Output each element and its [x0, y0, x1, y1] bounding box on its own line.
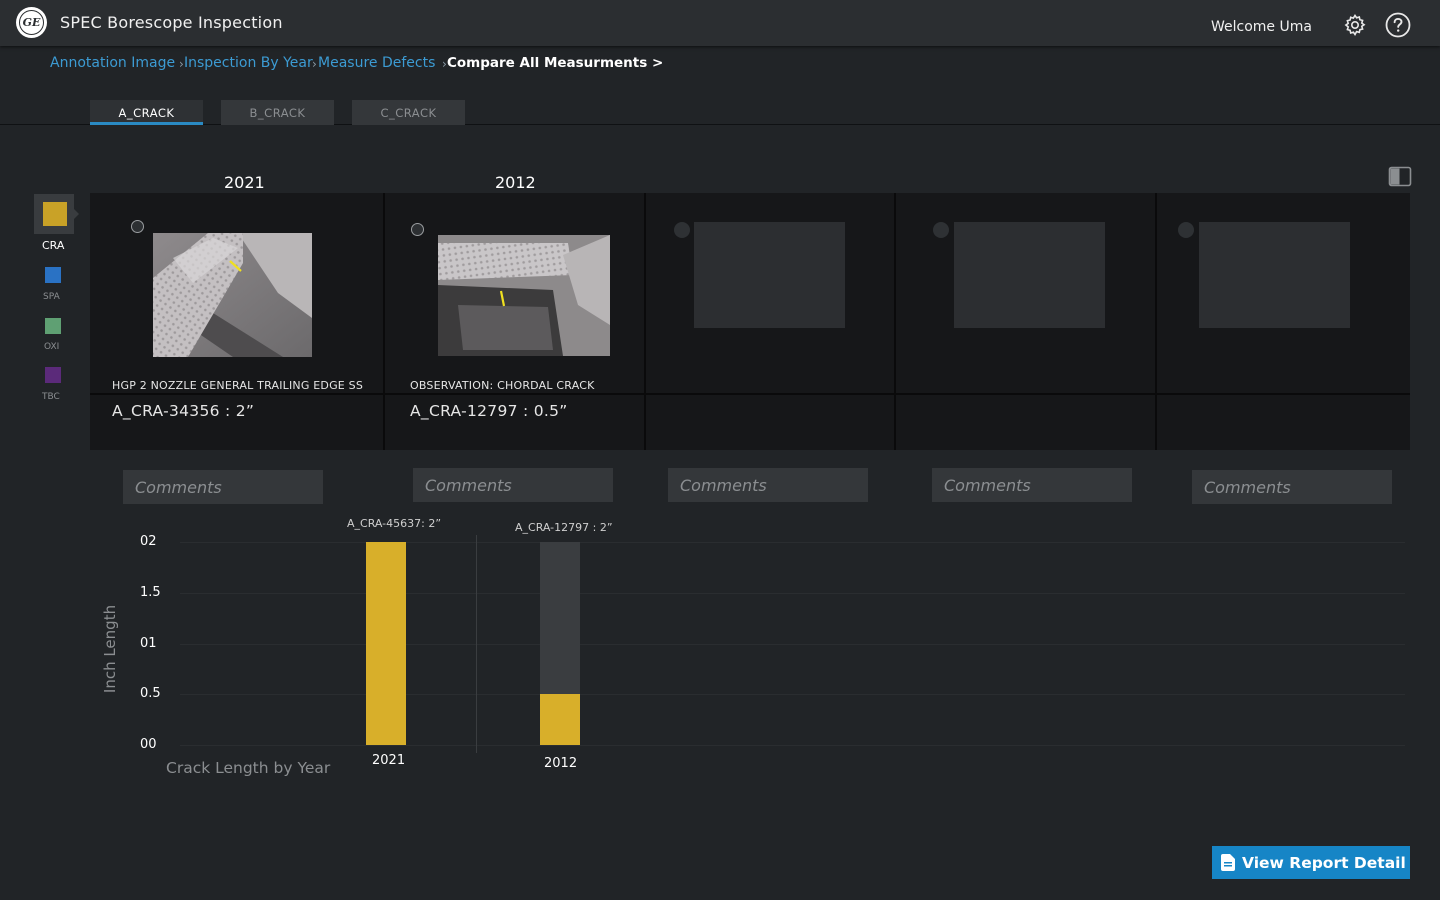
breadcrumb-separator: › — [312, 57, 317, 71]
select-radio[interactable] — [674, 222, 690, 238]
logo-mark: GE — [19, 10, 44, 35]
chart-bar — [366, 542, 406, 745]
legend-label-spa: SPA — [43, 292, 60, 302]
chart-y-tick: 02 — [140, 534, 157, 549]
tab-a-crack[interactable]: A_CRACK — [90, 100, 203, 125]
panel-measurement: A_CRA-12797 : 0.5” — [410, 402, 568, 420]
panel-divider — [644, 193, 646, 450]
chart-y-tick: 01 — [140, 635, 157, 651]
panel-divider — [1155, 193, 1157, 450]
chart-x-category: 2021 — [372, 753, 406, 768]
comments-input[interactable] — [413, 468, 613, 502]
select-radio[interactable] — [1178, 222, 1194, 238]
chart-y-tick: 1.5 — [140, 584, 161, 600]
chart-y-tick: 0.5 — [140, 686, 161, 702]
select-radio[interactable] — [411, 223, 424, 236]
breadcrumb-inspection-by-year[interactable]: Inspection By Year — [184, 55, 313, 71]
inspection-image[interactable] — [153, 233, 312, 357]
breadcrumb-measure-defects[interactable]: Measure Defects — [318, 55, 435, 71]
comments-input[interactable] — [123, 470, 323, 504]
comments-input[interactable] — [1192, 470, 1392, 504]
document-icon — [1221, 854, 1235, 871]
split-view-icon[interactable] — [1388, 166, 1412, 192]
chart-gridline — [180, 694, 1405, 696]
chart-bar-track — [540, 542, 580, 745]
chart-gridline — [180, 592, 1405, 594]
legend-label-cra: CRA — [42, 239, 65, 252]
chart-y-axis-label: Inch Length — [101, 604, 119, 694]
breadcrumb-current: Compare All Measurments > — [447, 55, 664, 71]
pointer-icon — [74, 209, 79, 219]
year-header: 2021 — [224, 173, 265, 192]
chart-gridline — [180, 745, 1405, 746]
legend-label-tbc: TBC — [42, 392, 60, 402]
year-header: 2012 — [495, 173, 536, 192]
gear-icon[interactable] — [1343, 13, 1367, 37]
chart-gridline — [180, 643, 1405, 645]
legend-selected-cra[interactable] — [34, 194, 79, 234]
chart-bar — [540, 694, 580, 745]
ge-logo: GE — [16, 7, 47, 38]
view-report-label: View Report Detail — [1242, 853, 1406, 872]
panel-divider — [894, 193, 896, 450]
comments-input[interactable] — [668, 468, 868, 502]
tab-c-crack[interactable]: C_CRACK — [352, 100, 465, 125]
panel-divider — [383, 193, 385, 450]
panel-caption: HGP 2 NOZZLE GENERAL TRAILING EDGE SS — [112, 379, 364, 392]
legend-swatch-spa[interactable] — [45, 267, 61, 283]
chart-x-category: 2012 — [544, 756, 578, 771]
panel-caption: OBSERVATION: CHORDAL CRACK — [410, 379, 595, 392]
tab-b-crack[interactable]: B_CRACK — [221, 100, 334, 125]
chart-bar-label: A_CRA-45637: 2” — [347, 517, 442, 530]
tabs-divider — [0, 124, 1440, 125]
chart-gridline — [180, 542, 1405, 543]
inspection-image[interactable] — [438, 235, 610, 356]
cra-swatch — [43, 202, 67, 226]
view-report-detail-button[interactable]: View Report Detail — [1212, 846, 1410, 879]
chart-separator — [476, 535, 477, 753]
image-placeholder — [1199, 222, 1350, 328]
app-title: SPEC Borescope Inspection — [60, 13, 283, 32]
legend-swatch-oxi[interactable] — [45, 318, 61, 334]
comments-input[interactable] — [932, 468, 1132, 502]
panel-row-divider — [90, 393, 1410, 395]
image-placeholder — [954, 222, 1105, 328]
help-icon[interactable] — [1385, 12, 1411, 38]
chart-y-tick: 00 — [140, 737, 157, 752]
welcome-text: Welcome Uma — [1211, 19, 1312, 35]
legend-swatch-tbc[interactable] — [45, 367, 61, 383]
chart-title: Crack Length by Year — [166, 759, 331, 777]
select-radio[interactable] — [131, 220, 144, 233]
panel-measurement: A_CRA-34356 : 2” — [112, 402, 255, 420]
chart-bar-label: A_CRA-12797 : 2” — [515, 521, 613, 534]
image-placeholder — [694, 222, 845, 328]
select-radio[interactable] — [933, 222, 949, 238]
legend-label-oxi: OXI — [44, 342, 60, 352]
breadcrumb-annotation-image[interactable]: Annotation Image — [50, 55, 175, 71]
